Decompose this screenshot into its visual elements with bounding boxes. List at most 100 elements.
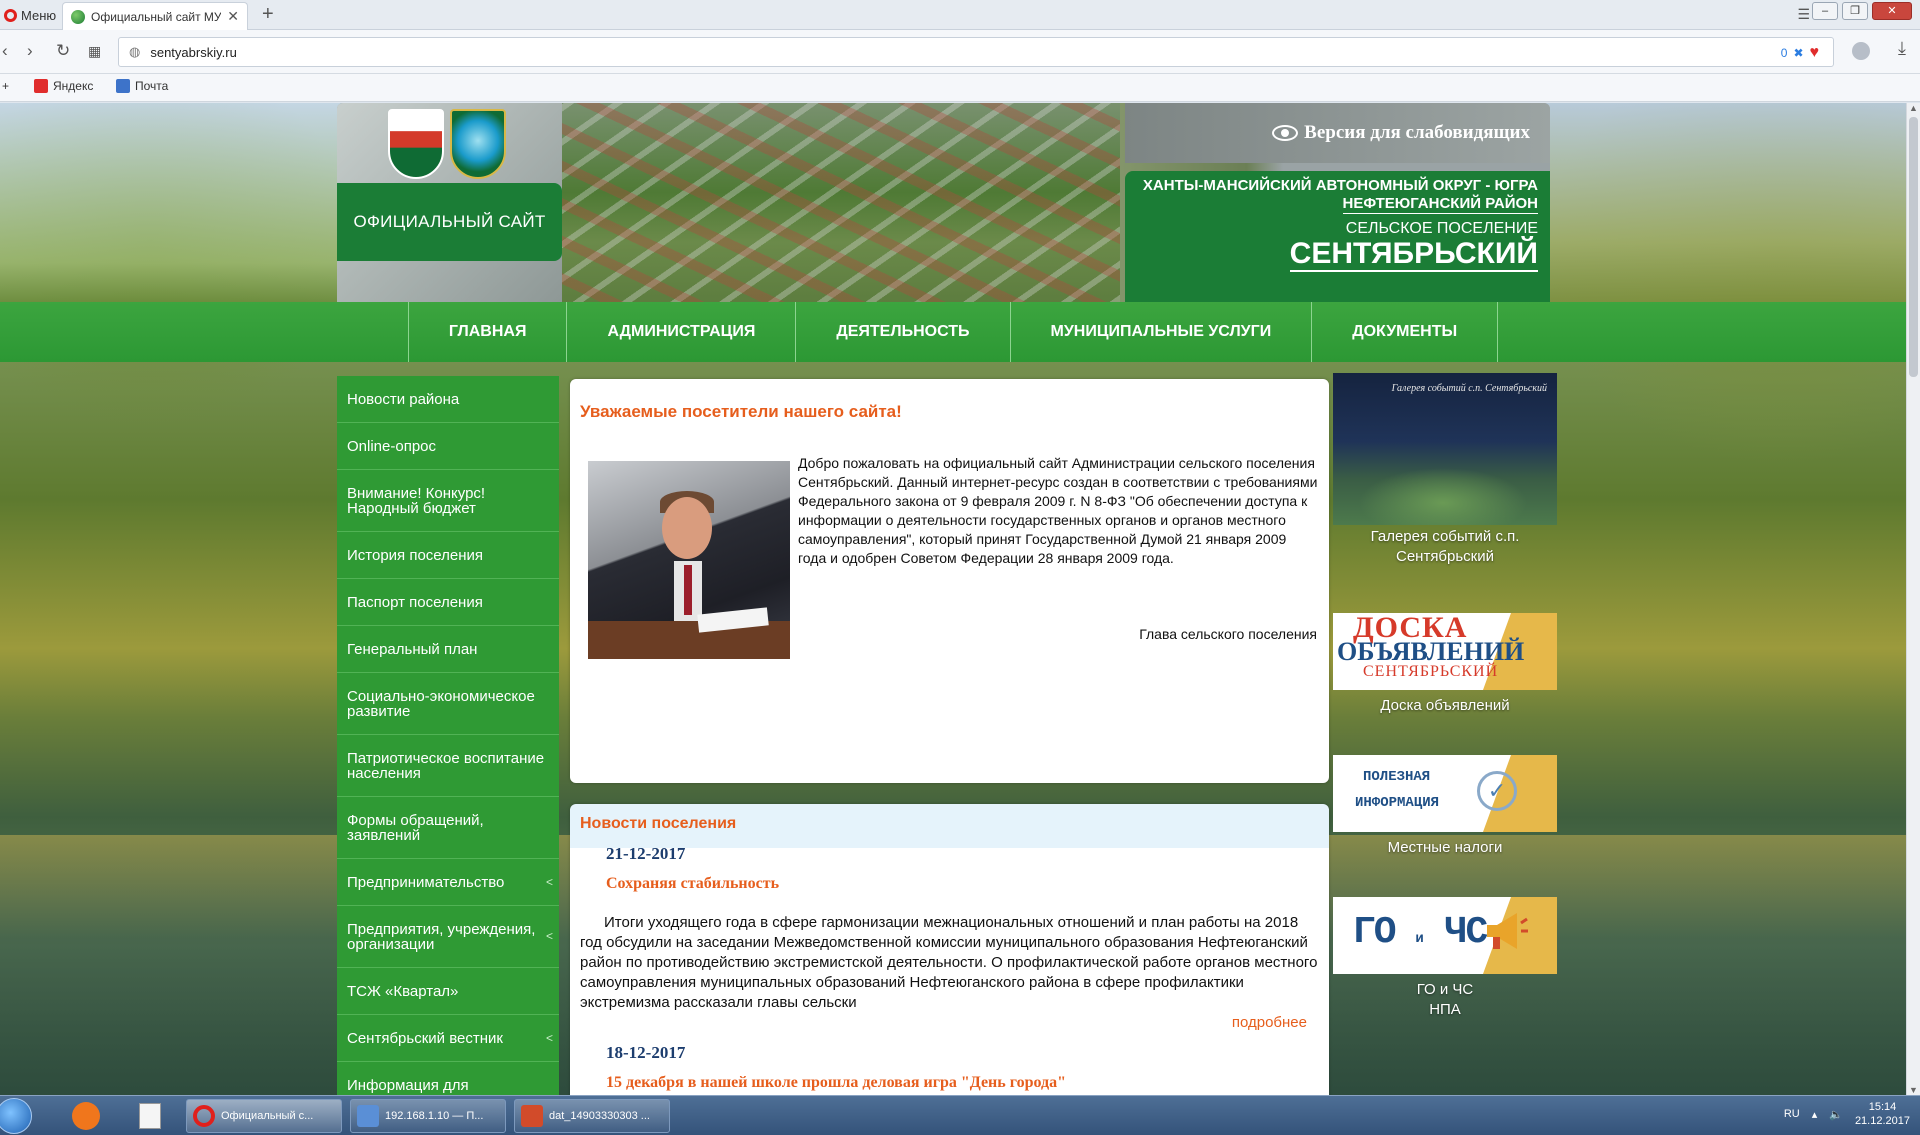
scroll-down-icon[interactable]: ▼: [1909, 1085, 1918, 1095]
right-column: Галерея событий с.п. Сентябрьский Галере…: [1333, 373, 1557, 1095]
add-bookmark-icon[interactable]: +: [2, 79, 9, 93]
adblock-icon[interactable]: ✖: [1793, 46, 1803, 60]
news-panel: Новости поселения 21-12-2017 Сохраняя ст…: [570, 804, 1329, 1095]
yandex-icon: [34, 79, 48, 93]
speed-dial-icon[interactable]: ▦: [88, 43, 101, 60]
useful-caption: Местные налоги: [1387, 839, 1503, 856]
bookmark-yandex[interactable]: Яндекс: [34, 79, 93, 93]
sidebar-item-label: Генеральный план: [347, 640, 478, 658]
official-site-label: ОФИЦИАЛЬНЫЙ САЙТ: [337, 183, 562, 261]
url-text: sentyabrskiy.ru: [150, 44, 237, 60]
sidebar-item[interactable]: Информация для: [337, 1062, 559, 1095]
sidebar-item-label: Предприятия, учреждения, организации: [347, 920, 536, 953]
sidebar-item[interactable]: Предпринимательство <: [337, 859, 559, 906]
start-button[interactable]: [0, 1098, 32, 1134]
nav-documents[interactable]: ДОКУМЕНТЫ: [1312, 302, 1499, 362]
close-window-button[interactable]: ✕: [1872, 2, 1912, 20]
heart-icon[interactable]: ♥: [1810, 44, 1820, 62]
welcome-signature: Глава сельского поселения: [1139, 626, 1317, 642]
maximize-button[interactable]: ❐: [1842, 2, 1868, 20]
submenu-arrow-icon: <: [545, 1030, 553, 1045]
download-icon[interactable]: ⤓: [1898, 38, 1906, 59]
aerial-town-photo: [520, 103, 1120, 302]
sidebar-item[interactable]: Генеральный план: [337, 626, 559, 673]
pdf-tool-icon[interactable]: [64, 1100, 108, 1132]
submenu-arrow-icon: <: [545, 929, 553, 943]
url-input[interactable]: ◍ sentyabrskiy.ru 0 ✖ ♥: [118, 37, 1834, 67]
mail-icon: [116, 79, 130, 93]
nav-administration[interactable]: АДМИНИСТРАЦИЯ: [567, 302, 797, 362]
sidebar-item[interactable]: Паспорт поселения: [337, 579, 559, 626]
taskbar-remote[interactable]: 192.168.1.10 — П...: [350, 1099, 506, 1133]
minimize-button[interactable]: –: [1812, 2, 1838, 20]
nav-activity[interactable]: ДЕЯТЕЛЬНОСТЬ: [796, 302, 1011, 362]
browser-tab[interactable]: Официальный сайт МУ "С ✕: [62, 2, 248, 30]
tray-expand-icon[interactable]: ▴: [1812, 1108, 1818, 1121]
sidebar-item[interactable]: Формы обращений, заявлений: [337, 797, 559, 859]
read-more-link[interactable]: подробнее: [1232, 1014, 1307, 1031]
board-line-3: СЕНТЯБРЬСКИЙ: [1363, 663, 1499, 680]
welcome-text: Добро пожаловать на официальный сайт Адм…: [798, 455, 1318, 566]
nav-municipal-services[interactable]: МУНИЦИПАЛЬНЫЕ УСЛУГИ: [1011, 302, 1313, 362]
taskbar-opera[interactable]: Официальный с...: [186, 1099, 342, 1133]
checkmark-icon: ✓: [1477, 771, 1517, 811]
news-headline-link[interactable]: 15 декабря в нашей школе прошла деловая …: [606, 1074, 1066, 1092]
background-forest-left: [0, 103, 340, 303]
opera-menu-button[interactable]: Меню: [0, 4, 64, 26]
submenu-arrow-icon: <: [545, 874, 553, 889]
sidebar-item-label: Информация для: [347, 1076, 469, 1094]
opera-icon: [193, 1105, 215, 1127]
task-label: 192.168.1.10 — П...: [385, 1110, 484, 1122]
sidebar-item-label: Предпринимательство: [347, 873, 505, 891]
sidebar-item[interactable]: Новости района: [337, 376, 559, 423]
civil-defense-caption-2[interactable]: НПА: [1333, 1000, 1557, 1020]
language-indicator[interactable]: RU: [1784, 1108, 1800, 1120]
sidebar-item-label: Патриотическое воспитание населения: [347, 749, 545, 782]
new-tab-icon[interactable]: +: [262, 3, 274, 26]
document-app-icon[interactable]: [128, 1100, 172, 1132]
sidebar-item[interactable]: Социально-экономическое развитие: [337, 673, 559, 735]
sidebar-item[interactable]: ТСЖ «Квартал»: [337, 968, 559, 1015]
sidebar-item[interactable]: История поселения: [337, 532, 559, 579]
tab-close-icon[interactable]: ✕: [227, 8, 239, 25]
news-headline-link[interactable]: Сохраняя стабильность: [606, 875, 779, 893]
clock-time: 15:14: [1868, 1101, 1897, 1113]
browser-tab-bar: Меню Официальный сайт МУ "С ✕ + ☰ – ❐ ✕: [0, 0, 1920, 30]
volume-icon[interactable]: 🔈: [1829, 1108, 1843, 1121]
taskbar-presentation[interactable]: dat_14903330303 ...: [514, 1099, 670, 1133]
forward-icon[interactable]: ›: [27, 41, 33, 61]
clock[interactable]: 15:14 21.12.2017: [1855, 1100, 1910, 1128]
back-icon[interactable]: ‹: [2, 41, 8, 61]
bookmark-mail[interactable]: Почта: [116, 79, 168, 93]
tab-menu-icon[interactable]: ☰: [1797, 6, 1810, 23]
reload-icon[interactable]: ↻: [56, 41, 70, 61]
sidebar-item-label: История поселения: [347, 546, 484, 564]
sidebar-item[interactable]: Патриотическое воспитание населения: [337, 735, 559, 797]
civil-defense-link[interactable]: ГО и ЧС ГО и ЧС НПА: [1333, 897, 1557, 1020]
news-date: 21-12-2017: [606, 844, 686, 863]
gallery-link[interactable]: Галерея событий с.п. Сентябрьский Галере…: [1333, 373, 1557, 567]
bookmark-label: Яндекс: [53, 79, 94, 93]
low-vision-link[interactable]: Версия для слабовидящих: [1125, 103, 1550, 163]
page-scrollbar[interactable]: ▲ ▼: [1906, 103, 1920, 1095]
globe-icon: ◍: [129, 44, 141, 59]
useful-info-link[interactable]: ПОЛЕЗНАЯ ИНФОРМАЦИЯ ✓ Местные налоги: [1333, 755, 1557, 858]
logo-zone: ОФИЦИАЛЬНЫЙ САЙТ: [337, 103, 562, 302]
region-name: ХАНТЫ-МАНСИЙСКИЙ АВТОНОМНЫЙ ОКРУГ - ЮГРА: [1142, 177, 1538, 194]
main-content: Уважаемые посетители нашего сайта! Добро…: [570, 379, 1329, 1095]
scroll-up-icon[interactable]: ▲: [1909, 103, 1918, 113]
sidebar-item-label: ТСЖ «Квартал»: [347, 982, 459, 1000]
remote-desktop-icon: [357, 1105, 379, 1127]
sidebar-item[interactable]: Сентябрьский вестник <: [337, 1015, 559, 1062]
sidebar-item[interactable]: Предприятия, учреждения, организации <: [337, 906, 559, 968]
low-vision-label: Версия для слабовидящих: [1304, 122, 1530, 143]
sidebar-item-label: Паспорт поселения: [347, 593, 483, 611]
sidebar-item-label: Формы обращений, заявлений: [347, 811, 484, 844]
sidebar-item[interactable]: Внимание! Конкурс! Народный бюджет: [337, 470, 559, 532]
announcement-board-link[interactable]: ДОСКА ОБЪЯВЛЕНИЙ СЕНТЯБРЬСКИЙ Доска объя…: [1333, 613, 1557, 716]
nav-home[interactable]: ГЛАВНАЯ: [409, 302, 568, 362]
scrollbar-thumb[interactable]: [1909, 117, 1918, 377]
extension-icon[interactable]: [1852, 42, 1870, 60]
sidebar-item[interactable]: Online-опрос: [337, 423, 559, 470]
site-favicon-icon: [71, 9, 85, 24]
